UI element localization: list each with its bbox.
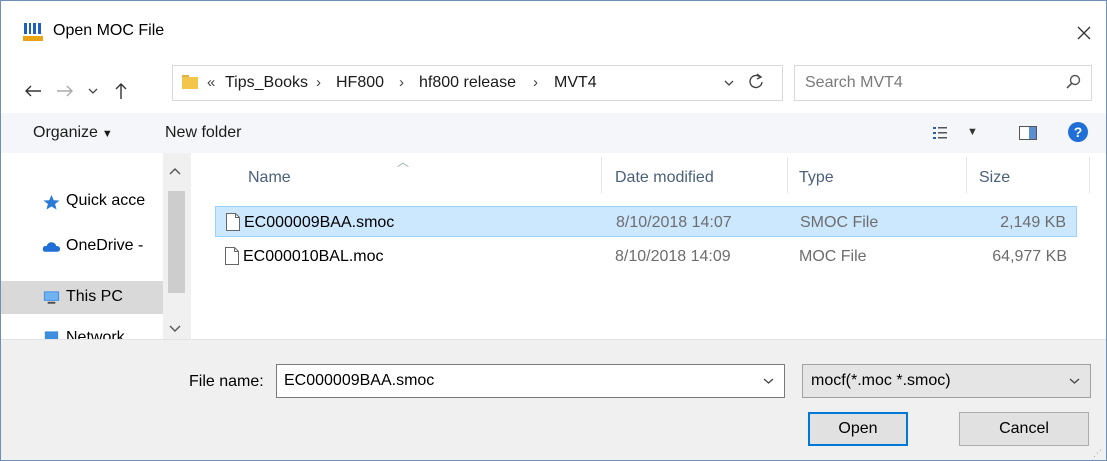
file-date: 8/10/2018 14:09 [615,248,731,265]
app-icon [23,22,43,42]
window-title: Open MOC File [53,22,165,39]
view-dropdown-icon[interactable]: ▼ [967,126,978,138]
view-list-icon [933,127,947,139]
file-icon [225,247,239,265]
breadcrumb-separator[interactable]: › [533,74,538,91]
column-header-name[interactable]: Name [248,169,291,187]
preview-pane-icon [1019,126,1037,140]
file-row[interactable]: EC000009BAA.smoc 8/10/2018 14:07 SMOC Fi… [215,206,1077,237]
file-type: MOC File [799,248,867,265]
folder-icon [182,75,198,89]
caret-down-icon: ▼ [101,128,113,140]
nav-item-network[interactable]: Network [1,328,163,339]
search-icon[interactable] [1065,74,1081,90]
sort-ascending-icon: ︿ [397,155,410,169]
file-size: 2,149 KB [1000,214,1066,231]
file-date: 8/10/2018 14:07 [616,214,732,231]
file-size: 64,977 KB [992,248,1067,265]
svg-text:?: ? [1074,124,1083,140]
column-header-date-modified[interactable]: Date modified [615,169,714,187]
column-divider[interactable] [601,157,602,193]
close-icon [1077,26,1091,40]
search-placeholder: Search MVT4 [805,74,903,91]
breadcrumb-overflow[interactable]: « [207,74,215,91]
file-type-value: mocf(*.moc *.smoc) [811,372,951,389]
arrow-right-icon [57,85,73,97]
file-row[interactable]: EC000010BAL.moc 8/10/2018 14:09 MOC File… [215,241,1077,272]
breadcrumb-item[interactable]: Tips_Books [225,74,308,92]
computer-icon [43,291,60,304]
file-name: EC000010BAL.moc [243,248,384,265]
cloud-icon [42,242,61,252]
file-type-select[interactable]: mocf(*.moc *.smoc) [802,364,1091,398]
breadcrumb-separator[interactable]: › [316,74,321,91]
refresh-icon[interactable] [748,72,764,95]
breadcrumb-item[interactable]: MVT4 [554,74,597,92]
arrow-left-icon [25,85,41,97]
file-type: SMOC File [800,214,879,231]
forward-button[interactable] [53,79,77,103]
column-divider[interactable] [1089,157,1090,193]
up-button[interactable] [109,79,133,103]
cancel-button[interactable]: Cancel [959,412,1089,446]
chevron-down-icon[interactable] [763,373,774,388]
help-button[interactable]: ? [1067,121,1089,148]
nav-scrollbar[interactable] [163,153,191,339]
file-name: EC000009BAA.smoc [244,214,395,231]
nav-item-label: Quick acce [66,192,146,209]
star-icon [43,194,60,210]
arrow-up-icon [115,83,127,99]
column-header-size[interactable]: Size [979,169,1010,187]
file-icon [226,213,240,231]
scroll-up-icon[interactable] [169,163,181,178]
nav-item-this-pc[interactable]: This PC [1,281,163,314]
chevron-down-icon [1069,373,1080,388]
dialog-footer: File name: EC000009BAA.smoc mocf(*.moc *… [1,339,1106,460]
breadcrumb-item[interactable]: HF800 [336,74,384,92]
view-options-button[interactable] [932,125,948,146]
navigation-pane: Quick acce OneDrive - This PC Network [1,153,191,339]
file-name-value: EC000009BAA.smoc [284,372,435,389]
network-icon [44,331,59,339]
search-box[interactable]: Search MVT4 [794,65,1092,101]
breadcrumb-separator[interactable]: › [399,74,404,91]
preview-pane-button[interactable] [1019,125,1037,146]
recent-locations-button[interactable] [85,79,101,103]
title-bar: Open MOC File [1,1,1106,63]
help-icon: ? [1068,122,1088,142]
column-divider[interactable] [787,157,788,193]
nav-item-label: This PC [66,288,123,305]
file-list: ︿ Name Date modified Type Size EC000009B… [191,153,1106,339]
file-name-label: File name: [189,373,264,390]
address-dropdown-icon[interactable] [724,74,734,90]
nav-item-label: OneDrive - [66,237,144,254]
resize-grip-icon[interactable]: ⋰ [1093,448,1102,459]
open-file-dialog: Open MOC File « Tips_Books › HF800 › hf8… [0,0,1107,461]
file-name-input[interactable]: EC000009BAA.smoc [276,364,785,398]
back-button[interactable] [21,79,45,103]
new-folder-button[interactable]: New folder [165,124,241,142]
organize-label: Organize [33,124,98,141]
chevron-down-icon [88,88,98,94]
nav-item-onedrive[interactable]: OneDrive - [1,230,163,263]
close-button[interactable] [1062,11,1106,55]
command-bar: Organize ▼ New folder ▼ ? [1,113,1106,153]
scrollbar-thumb[interactable] [168,191,185,293]
organize-button[interactable]: Organize ▼ [33,124,113,142]
open-button[interactable]: Open [808,412,908,446]
scroll-down-icon[interactable] [169,321,181,336]
nav-item-label: Network [66,329,125,339]
address-bar[interactable]: « Tips_Books › HF800 › hf800 release › M… [172,65,783,101]
column-divider[interactable] [966,157,967,193]
breadcrumb-item[interactable]: hf800 release [419,74,516,92]
nav-item-quick-access[interactable]: Quick acce [1,185,163,218]
column-header-type[interactable]: Type [799,169,834,187]
